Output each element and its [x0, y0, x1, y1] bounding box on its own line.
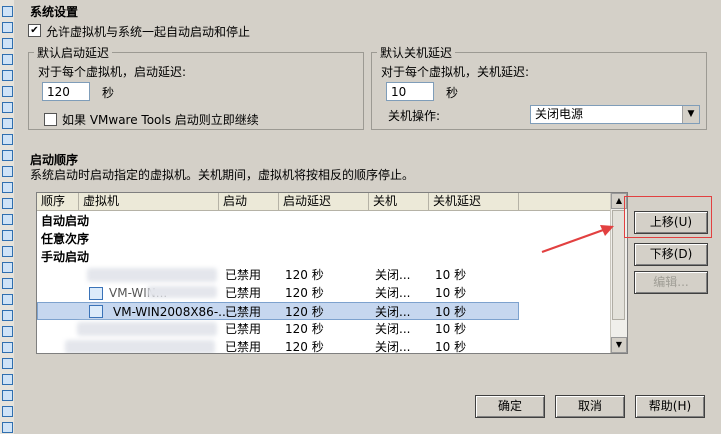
row-shutdown: 关闭...: [375, 286, 411, 300]
vm-icon: [2, 70, 13, 81]
row-start: 已禁用: [225, 286, 262, 300]
vm-icon: [2, 358, 13, 369]
vm-icon: [2, 102, 13, 113]
vm-icon: [2, 278, 13, 289]
shutdown-action-label: 关机操作:: [388, 109, 441, 123]
column-header-vm[interactable]: 虚拟机: [79, 193, 219, 210]
vm-icon: [2, 310, 13, 321]
table-row[interactable]: 已禁用 120 秒 关闭... 10 秒: [37, 338, 611, 354]
vm-icon: [2, 230, 13, 241]
allow-autostart-label: 允许虚拟机与系统一起自动启动和停止: [46, 25, 251, 39]
row-shutdown-delay: 10 秒: [435, 322, 467, 336]
row-start-delay: 120 秒: [285, 340, 324, 354]
start-delay-unit: 秒: [102, 86, 115, 100]
table-row[interactable]: 已禁用 120 秒 关闭... 10 秒: [37, 266, 611, 284]
vm-icon: [2, 198, 13, 209]
vmware-tools-checkbox[interactable]: [44, 113, 57, 126]
row-start: 已禁用: [225, 268, 262, 282]
vm-icon: [2, 294, 13, 305]
row-start: 已禁用: [225, 305, 262, 319]
row-start-delay: 120 秒: [285, 322, 324, 336]
redacted-vm-name: [147, 286, 217, 298]
vm-icon: [2, 246, 13, 257]
shutdown-action-value: 关闭电源: [535, 107, 584, 121]
vm-icon: [2, 22, 13, 33]
shutdown-delay-input[interactable]: 10: [386, 82, 434, 101]
vm-icon: [2, 86, 13, 97]
vm-icon: [2, 6, 13, 17]
chevron-down-icon[interactable]: ▼: [682, 106, 699, 123]
start-delay-input[interactable]: 120: [42, 82, 90, 101]
vm-icon: [89, 305, 103, 318]
redacted-vm-name: [77, 322, 217, 336]
edit-button[interactable]: 编辑...: [634, 271, 708, 294]
vm-icon: [2, 214, 13, 225]
vmware-tools-label: 如果 VMware Tools 启动则立即继续: [62, 113, 259, 127]
vm-icon: [2, 262, 13, 273]
row-vm-name: VM-WIN2008X86-...: [113, 305, 230, 319]
default-shutdown-delay-legend: 默认关机延迟: [377, 44, 456, 61]
vm-icon: [2, 326, 13, 337]
vm-icon: [2, 166, 13, 177]
cancel-button[interactable]: 取消: [555, 395, 625, 418]
row-start: 已禁用: [225, 340, 262, 354]
annotation-arrow-icon: [541, 225, 614, 254]
startup-order-description: 系统启动时启动指定的虚拟机。关机期间，虚拟机将按相反的顺序停止。: [30, 168, 415, 182]
row-start-delay: 120 秒: [285, 286, 324, 300]
shutdown-delay-label: 对于每个虚拟机，关机延迟:: [381, 65, 530, 79]
shutdown-delay-unit: 秒: [446, 86, 459, 100]
vm-icon: [2, 118, 13, 129]
row-shutdown: 关闭...: [375, 322, 411, 336]
vm-icon: [2, 342, 13, 353]
vm-icon: [2, 38, 13, 49]
vm-icon: [2, 406, 13, 417]
redacted-vm-name: [87, 268, 217, 282]
startup-order-list[interactable]: 顺序 虚拟机 启动 启动延迟 关机 关机延迟 自动启动 任意次序 手动启动 已禁…: [36, 192, 628, 354]
group-manual-start[interactable]: 手动启动: [37, 248, 615, 266]
shutdown-action-select[interactable]: 关闭电源 ▼: [530, 105, 700, 124]
redacted-vm-name: [65, 340, 215, 353]
row-shutdown: 关闭...: [375, 305, 411, 319]
table-row[interactable]: VM-WIN... 已禁用 120 秒 关闭... 10 秒: [37, 284, 611, 302]
ok-button[interactable]: 确定: [475, 395, 545, 418]
allow-autostart-checkbox[interactable]: ✔: [28, 24, 41, 37]
vm-icon: [2, 134, 13, 145]
row-shutdown-delay: 10 秒: [435, 268, 467, 282]
vm-icon: [2, 182, 13, 193]
row-shutdown: 关闭...: [375, 340, 411, 354]
vm-icon: [2, 390, 13, 401]
vm-icon: [2, 374, 13, 385]
row-shutdown-delay: 10 秒: [435, 305, 467, 319]
row-start: 已禁用: [225, 322, 262, 336]
default-start-delay-legend: 默认启动延迟: [34, 44, 113, 61]
group-auto-start[interactable]: 自动启动: [37, 212, 615, 230]
table-row-selected[interactable]: VM-WIN2008X86-... 已禁用 120 秒 关闭... 10 秒: [37, 302, 519, 320]
row-shutdown-delay: 10 秒: [435, 286, 467, 300]
row-start-delay: 120 秒: [285, 268, 324, 282]
left-icon-strip: [0, 0, 14, 434]
column-header-shutdown[interactable]: 关机: [369, 193, 429, 210]
column-header-start-delay[interactable]: 启动延迟: [279, 193, 369, 210]
list-header: 顺序 虚拟机 启动 启动延迟 关机 关机延迟: [37, 193, 611, 211]
vm-icon: [2, 54, 13, 65]
column-header-order[interactable]: 顺序: [37, 193, 79, 210]
vm-icon: [2, 150, 13, 161]
row-shutdown-delay: 10 秒: [435, 340, 467, 354]
column-header-shutdown-delay[interactable]: 关机延迟: [429, 193, 519, 210]
move-down-button[interactable]: 下移(D): [634, 243, 708, 266]
row-shutdown: 关闭...: [375, 268, 411, 282]
vm-icon: [89, 287, 103, 300]
vm-icon: [2, 422, 13, 433]
system-settings-title: 系统设置: [30, 5, 79, 19]
row-start-delay: 120 秒: [285, 305, 324, 319]
start-delay-label: 对于每个虚拟机，启动延迟:: [38, 65, 187, 79]
help-button[interactable]: 帮助(H): [635, 395, 705, 418]
scroll-down-icon[interactable]: ▼: [611, 337, 627, 353]
table-row[interactable]: 已禁用 120 秒 关闭... 10 秒: [37, 320, 611, 338]
column-header-start[interactable]: 启动: [219, 193, 279, 210]
annotation-highlight-box: [624, 196, 712, 238]
group-any-order[interactable]: 任意次序: [37, 230, 615, 248]
